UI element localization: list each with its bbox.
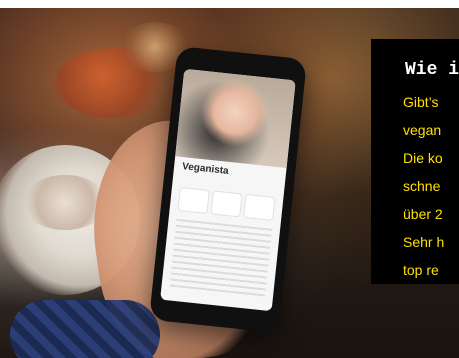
phone-hero-image (175, 68, 296, 169)
quote-line: Die ko (403, 150, 443, 166)
top-border (0, 0, 459, 8)
sleeve (10, 300, 160, 358)
phone-action-row (177, 186, 276, 223)
phone-app-title: Veganista (181, 161, 230, 177)
quote-title: Wie i (405, 60, 459, 80)
quote-line: schne (403, 178, 441, 194)
phone-body-text (169, 218, 273, 301)
quote-line: Gibt’s (403, 94, 439, 110)
phone-action-2 (210, 190, 243, 218)
quote-line: vegan (403, 122, 442, 138)
quote-line: über 2 (403, 206, 443, 222)
quote-line: Sehr h (403, 234, 445, 250)
phone-screen: Veganista (160, 68, 296, 312)
photo-scene: Veganista Wie i Gibt’s vegan Die ko schn… (0, 0, 459, 358)
phone-action-1 (177, 186, 210, 214)
phone-action-3 (243, 193, 276, 221)
quote-line: top re (403, 262, 439, 278)
